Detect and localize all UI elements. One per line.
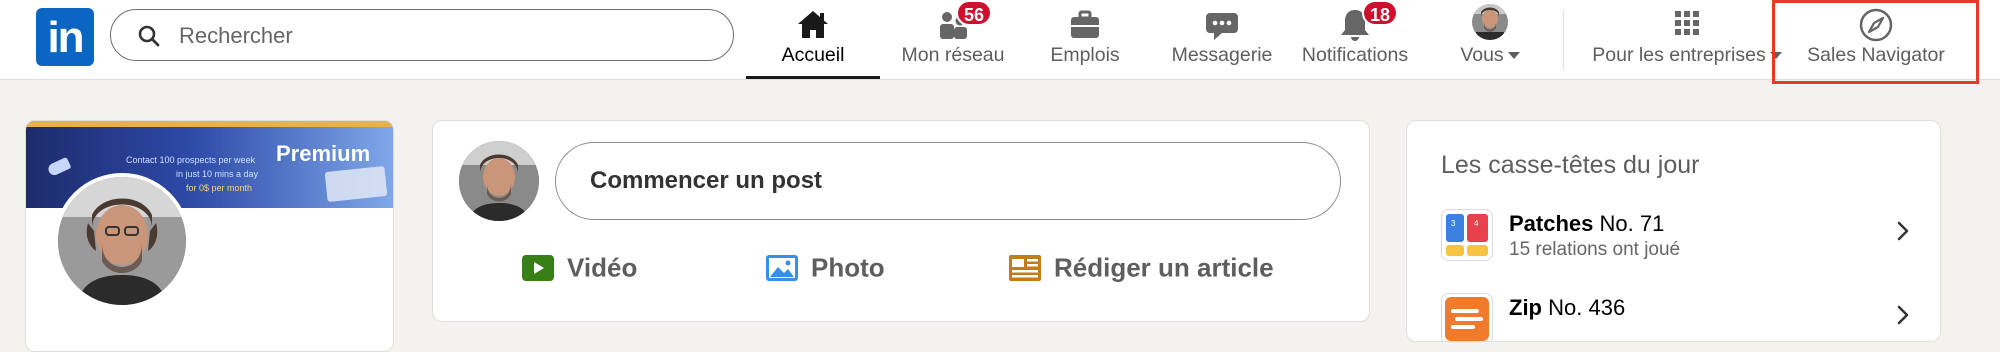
post-composer-card: Commencer un post Vidéo Photo Rédiger un… [432, 120, 1370, 322]
profile-avatar[interactable] [54, 173, 190, 309]
chevron-right-icon [1897, 221, 1909, 241]
nav-messaging[interactable]: Messagerie [1160, 0, 1284, 79]
photo-button[interactable]: Photo [765, 251, 885, 295]
puzzle-title-patches: Patches [1509, 211, 1594, 236]
nav-my-network-label: Mon réseau [901, 44, 1005, 66]
nav-messaging-label: Messagerie [1171, 44, 1273, 66]
banner-line-3: for 0$ per month [186, 183, 253, 193]
nav-me-text: Vous [1460, 44, 1504, 66]
chat-icon [1206, 13, 1238, 40]
article-icon [1009, 255, 1041, 282]
banner-line-2: in just 10 mins a day [176, 169, 259, 179]
search-icon [138, 25, 160, 47]
home-icon [798, 11, 828, 38]
svg-text:3: 3 [1451, 219, 1456, 228]
banner-line-1: Contact 100 prospects per week [126, 155, 256, 165]
puzzle-subtitle: 15 relations ont joué [1509, 239, 1681, 260]
network-badge: 56 [956, 0, 993, 26]
nav-me[interactable]: Vous [1440, 0, 1540, 79]
nav-for-business-text: Pour les entreprises [1592, 44, 1766, 66]
start-post-button[interactable]: Commencer un post [555, 142, 1341, 220]
premium-badge: Premium [276, 141, 371, 166]
search-box[interactable] [110, 9, 734, 61]
banner-cards-graphic [324, 165, 388, 203]
patches-game-icon: 3 4 [1441, 209, 1493, 261]
rocket-icon [46, 156, 72, 178]
chevron-right-icon [1897, 305, 1909, 325]
chevron-down-icon [1507, 52, 1520, 60]
puzzle-name: Patches No. 71 [1509, 211, 1664, 237]
svg-text:4: 4 [1474, 219, 1479, 228]
daily-puzzles-card: Les casse-têtes du jour 3 4 Patches No. … [1406, 120, 1941, 342]
puzzle-item[interactable]: 3 4 Patches No. 71 15 relations ont joué [1441, 209, 1911, 271]
notifications-badge: 18 [1362, 0, 1399, 26]
nav-divider [1563, 10, 1564, 70]
highlight-box [1772, 0, 1979, 84]
avatar [1472, 4, 1508, 40]
profile-card: Contact 100 prospects per week in just 1… [25, 120, 394, 352]
briefcase-icon [1071, 10, 1099, 38]
nav-me-label: Vous [1440, 44, 1540, 67]
search-input[interactable] [177, 18, 701, 54]
photo-label: Photo [811, 252, 885, 283]
photo-icon [766, 255, 798, 282]
nav-jobs-label: Emplois [1050, 44, 1120, 66]
nav-home[interactable]: Accueil [746, 0, 880, 79]
video-label: Vidéo [567, 252, 638, 283]
write-article-button[interactable]: Rédiger un article [1008, 251, 1274, 295]
puzzle-number: No. 71 [1599, 211, 1665, 236]
puzzle-item[interactable]: Zip No. 436 [1441, 293, 1911, 341]
video-button[interactable]: Vidéo [521, 251, 637, 295]
zip-game-icon [1441, 293, 1493, 341]
puzzle-title-zip: Zip [1509, 295, 1542, 320]
puzzle-number: No. 436 [1548, 295, 1626, 320]
nav-jobs[interactable]: Emplois [1030, 0, 1140, 79]
puzzle-name: Zip No. 436 [1509, 295, 1625, 321]
banner-stripe [26, 121, 393, 127]
top-navigation-bar: in Accueil 56 Mon réseau Emp [0, 0, 2000, 84]
article-label: Rédiger un article [1054, 252, 1274, 283]
puzzles-title: Les casse-têtes du jour [1441, 151, 1700, 179]
grid-icon [1675, 11, 1699, 35]
nav-for-business[interactable]: Pour les entreprises [1578, 0, 1796, 79]
profile-photo [58, 177, 186, 305]
video-icon [522, 255, 554, 282]
linkedin-logo[interactable]: in [36, 8, 94, 66]
composer-avatar[interactable] [459, 141, 539, 221]
nav-home-label: Accueil [781, 44, 845, 66]
profile-photo [459, 141, 539, 221]
nav-notifications-label: Notifications [1301, 44, 1409, 66]
nav-notifications[interactable]: 18 Notifications [1292, 0, 1418, 79]
nav-for-business-label: Pour les entreprises [1578, 44, 1796, 67]
nav-my-network[interactable]: 56 Mon réseau [888, 0, 1018, 79]
